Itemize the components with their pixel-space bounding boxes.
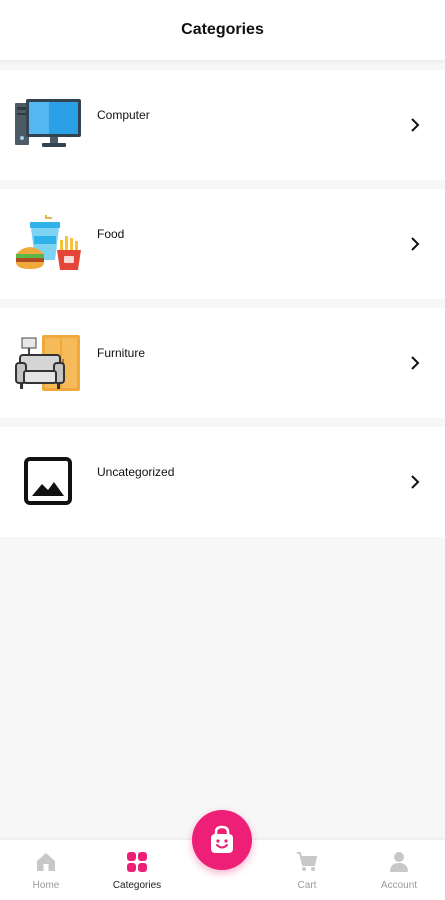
nav-home-label: Home [32, 880, 60, 891]
chevron-right-icon [411, 237, 420, 251]
home-icon [37, 853, 55, 871]
furniture-icon [15, 335, 80, 391]
nav-categories[interactable]: Categories [97, 850, 177, 896]
food-icon [16, 215, 81, 270]
category-label: Food [97, 227, 125, 241]
nav-cart[interactable]: Cart [267, 850, 347, 896]
shopping-bag-icon [211, 825, 233, 853]
grid-icon [127, 852, 147, 872]
category-row-computer[interactable]: Computer [0, 70, 445, 180]
nav-account-label: Account [380, 880, 418, 891]
computer-icon [15, 99, 81, 147]
cart-icon [297, 852, 318, 871]
chevron-right-icon [411, 475, 420, 489]
category-label: Furniture [97, 346, 146, 360]
category-label: Computer [97, 108, 150, 122]
chevron-right-icon [411, 118, 420, 132]
app-bar: Categories [0, 0, 445, 60]
nav-home[interactable]: Home [6, 850, 86, 896]
image-placeholder-icon [24, 457, 72, 505]
nav-account[interactable]: Account [359, 850, 439, 896]
category-row-furniture[interactable]: Furniture [0, 308, 445, 418]
category-label: Uncategorized [97, 465, 175, 479]
chevron-right-icon [411, 356, 420, 370]
category-row-uncategorized[interactable]: Uncategorized [0, 427, 445, 537]
page-title: Categories [181, 21, 264, 38]
nav-cart-label: Cart [297, 880, 317, 891]
account-icon [390, 852, 408, 872]
category-row-food[interactable]: Food [0, 189, 445, 299]
category-list: Computer Food Furniture Uncategorized [0, 70, 445, 546]
nav-categories-label: Categories [112, 880, 162, 891]
shop-fab-button[interactable] [192, 810, 252, 870]
